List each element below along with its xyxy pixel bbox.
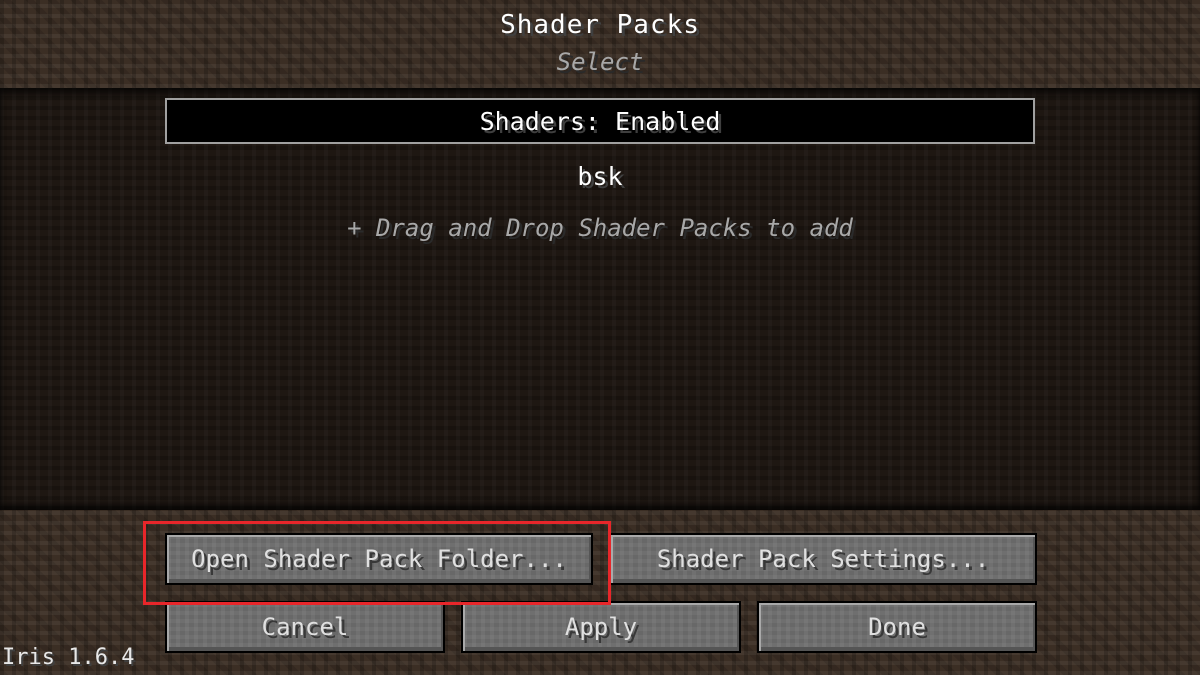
highlight-annotation-box (143, 521, 611, 605)
drag-drop-hint: + Drag and Drop Shader Packs to add (347, 214, 853, 242)
page-title: Shader Packs (500, 10, 700, 40)
shader-pack-settings-button[interactable]: Shader Pack Settings... (609, 533, 1037, 585)
done-button[interactable]: Done (757, 601, 1037, 653)
shader-pack-list[interactable] (0, 88, 1200, 510)
version-label: Iris 1.6.4 (2, 645, 135, 670)
cancel-button[interactable]: Cancel (165, 601, 445, 653)
shaders-enabled-toggle[interactable]: Shaders: Enabled (165, 98, 1035, 144)
apply-button[interactable]: Apply (461, 601, 741, 653)
page-subtitle: Select (556, 48, 644, 76)
shader-pack-entry[interactable]: bsk (165, 156, 1035, 196)
